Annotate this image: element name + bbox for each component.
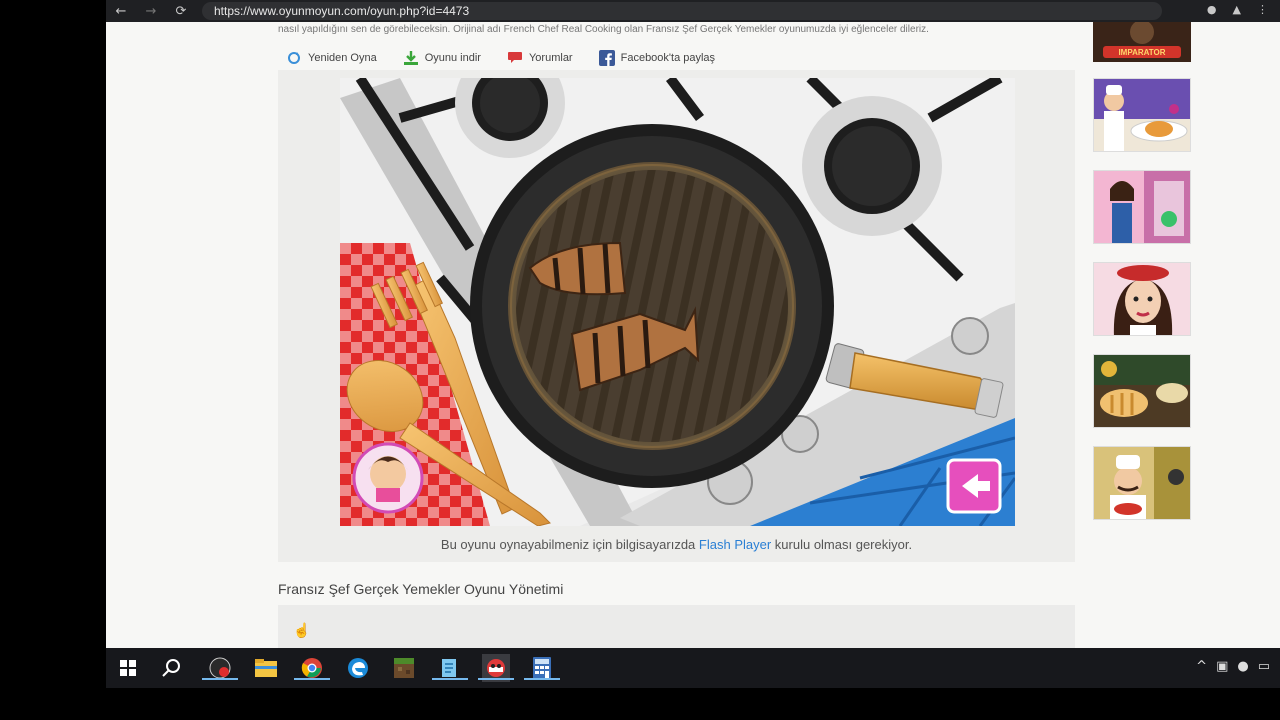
tray-microphone-icon[interactable]: ● bbox=[1237, 659, 1248, 674]
folder-icon bbox=[255, 659, 277, 677]
comments-label: Yorumlar bbox=[528, 52, 573, 64]
edge-icon bbox=[348, 658, 368, 678]
taskbar-calculator[interactable] bbox=[524, 654, 560, 682]
browser-toolbar-icons: ● ▲ ⋮ bbox=[1207, 3, 1268, 16]
sidebar-game-thumb-fashion[interactable] bbox=[1093, 170, 1191, 244]
calculator-icon bbox=[533, 657, 551, 679]
screen: ← → ⟳ https://www.oyunmoyun.com/oyun.php… bbox=[0, 0, 1280, 720]
minecraft-icon bbox=[394, 658, 414, 678]
replay-label: Yeniden Oyna bbox=[308, 52, 377, 64]
taskbar: ^ ▣ ● ▭ bbox=[106, 648, 1280, 688]
download-button[interactable]: Oyunu indir bbox=[403, 50, 481, 66]
taskbar-game-app[interactable] bbox=[478, 654, 514, 682]
game-description: nasıl yapıldığını sen de görebileceksin.… bbox=[278, 24, 929, 35]
flash-notice: Bu oyunu oynayabilmeniz için bilgisayarı… bbox=[278, 537, 1075, 552]
app-red-icon bbox=[209, 657, 231, 679]
game-canvas[interactable] bbox=[340, 78, 1015, 526]
facebook-share-button[interactable]: Facebook'ta paylaş bbox=[598, 50, 716, 66]
reload-icon[interactable]: ⟳ bbox=[166, 0, 196, 22]
extension-icon[interactable]: ▲ bbox=[1233, 3, 1241, 16]
taskbar-chrome[interactable] bbox=[294, 654, 330, 682]
back-icon[interactable]: ← bbox=[106, 0, 136, 22]
sidebar-game-thumb-imparator[interactable]: IMPARATOR bbox=[1093, 22, 1191, 62]
browser-toolbar: ← → ⟳ https://www.oyunmoyun.com/oyun.php… bbox=[106, 0, 1280, 22]
chrome-icon bbox=[301, 658, 322, 678]
tray-display-icon[interactable]: ▭ bbox=[1258, 659, 1270, 674]
tray-chevron-icon[interactable]: ^ bbox=[1196, 659, 1207, 674]
taskbar-edge[interactable] bbox=[344, 654, 372, 682]
cooking-scene bbox=[340, 78, 1015, 526]
download-icon bbox=[403, 50, 419, 66]
notepad-icon bbox=[442, 659, 456, 677]
windows-icon bbox=[120, 660, 136, 676]
game-app-icon bbox=[487, 659, 505, 677]
comments-icon bbox=[507, 50, 523, 66]
url-text: https://www.oyunmoyun.com/oyun.php?id=44… bbox=[214, 4, 470, 18]
taskbar-app-red[interactable] bbox=[202, 654, 238, 682]
flash-player-link[interactable]: Flash Player bbox=[699, 537, 771, 552]
controls-section-box bbox=[278, 605, 1075, 648]
start-button[interactable] bbox=[114, 654, 142, 682]
tray-network-icon[interactable]: ▣ bbox=[1216, 659, 1228, 674]
facebook-share-label: Facebook'ta paylaş bbox=[620, 52, 716, 64]
taskbar-notepad[interactable] bbox=[432, 654, 468, 682]
search-button[interactable] bbox=[158, 654, 186, 682]
sidebar-game-thumb-chef-man[interactable] bbox=[1093, 446, 1191, 520]
forward-icon[interactable]: → bbox=[136, 0, 166, 22]
facebook-icon bbox=[598, 50, 615, 66]
system-tray: ^ ▣ ● ▭ bbox=[1196, 659, 1270, 674]
hand-pointer-icon: ☝ bbox=[293, 622, 311, 638]
imparator-caption: IMPARATOR bbox=[1118, 48, 1165, 57]
comments-button[interactable]: Yorumlar bbox=[507, 50, 573, 66]
flash-note-after: kurulu olması gerekiyor. bbox=[774, 537, 913, 552]
download-label: Oyunu indir bbox=[424, 52, 481, 64]
menu-icon[interactable]: ⋮ bbox=[1257, 3, 1268, 16]
notification-icon[interactable]: ● bbox=[1207, 3, 1217, 16]
search-icon bbox=[162, 659, 180, 677]
controls-section-title: Fransız Şef Gerçek Yemekler Oyunu Yöneti… bbox=[278, 581, 564, 597]
sidebar-game-thumb-kitchen[interactable] bbox=[1093, 354, 1191, 428]
replay-icon bbox=[286, 50, 302, 66]
sidebar-game-thumb-makeup[interactable] bbox=[1093, 262, 1191, 336]
game-actions: Yeniden Oyna Oyunu indir Yorumlar Facebo… bbox=[286, 50, 741, 66]
flash-note-before: Bu oyunu oynayabilmeniz için bilgisayarı… bbox=[440, 537, 696, 552]
taskbar-minecraft[interactable] bbox=[390, 654, 418, 682]
taskbar-file-explorer[interactable] bbox=[252, 654, 280, 682]
address-bar[interactable]: https://www.oyunmoyun.com/oyun.php?id=44… bbox=[202, 2, 1162, 20]
replay-button[interactable]: Yeniden Oyna bbox=[286, 50, 377, 66]
sidebar-game-thumb-chef-girl[interactable] bbox=[1093, 78, 1191, 152]
